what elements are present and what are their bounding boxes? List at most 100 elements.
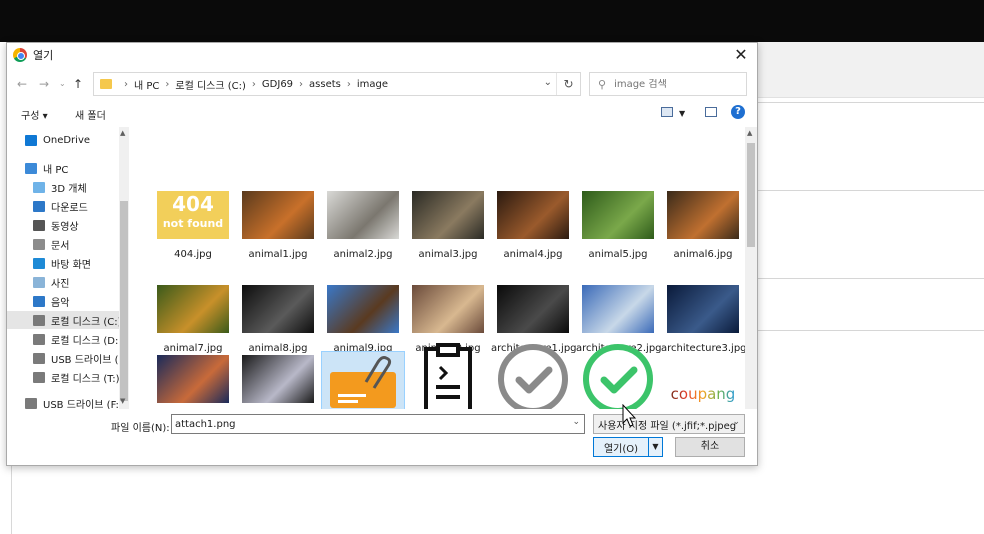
view-dropdown-chevron-icon[interactable]: ▼ (679, 109, 685, 118)
download-icon (33, 200, 45, 212)
image-thumbnail (242, 191, 314, 239)
sidebar-item[interactable]: 바탕 화면 (7, 254, 119, 272)
navigation-scroll-thumb[interactable] (120, 201, 128, 401)
file-item[interactable]: animal1.jpg (236, 187, 320, 277)
file-item[interactable]: animal3.jpg (406, 187, 490, 277)
chrome-icon (13, 48, 27, 62)
breadcrumb-item[interactable]: assets (309, 79, 341, 90)
navigation-scrollbar[interactable]: ▲ ▼ (119, 127, 129, 409)
sidebar-item[interactable]: 로컬 디스크 (T:) (7, 368, 119, 386)
document-icon (33, 238, 45, 250)
sidebar-item-label: 로컬 디스크 (C:) (51, 316, 119, 328)
file-item[interactable]: check2.png (576, 344, 660, 409)
image-thumbnail (327, 191, 399, 239)
breadcrumb-separator: › (124, 78, 128, 90)
preview-pane-icon[interactable] (705, 107, 717, 117)
sidebar-item[interactable]: 문서 (7, 235, 119, 253)
sidebar-item-label: 사진 (51, 278, 70, 290)
breadcrumb-item[interactable]: image (357, 79, 388, 90)
search-input[interactable] (614, 78, 735, 90)
file-item[interactable]: coupangcoupang.png (661, 351, 745, 409)
file-type-value: 사용자 지정 파일 (*.jfif;*.pjpeg (598, 420, 737, 432)
search-box[interactable]: ⚲ (589, 72, 747, 96)
sidebar-item[interactable]: USB 드라이브 (F (7, 349, 119, 367)
sidebar-item[interactable]: 사진 (7, 273, 119, 291)
scroll-up-arrow-icon[interactable]: ▲ (120, 129, 125, 137)
filename-value[interactable]: attach1.png (175, 419, 236, 430)
filename-dropdown-chevron-icon[interactable]: ⌄ (572, 417, 580, 427)
sidebar-item[interactable]: 동영상 (7, 216, 119, 234)
file-item[interactable]: animal2.jpg (321, 187, 405, 277)
filename-label: 파일 이름(N): (111, 423, 170, 434)
help-icon[interactable]: ? (731, 105, 745, 119)
sidebar-item[interactable]: 3D 개체 (7, 178, 119, 196)
mouse-cursor-icon (622, 404, 637, 427)
sidebar-item[interactable]: 음악 (7, 292, 119, 310)
file-type-select[interactable]: 사용자 지정 파일 (*.jfif;*.pjpeg ⌄ (593, 414, 745, 434)
breadcrumb-item[interactable]: 로컬 디스크 (C:) (175, 77, 246, 92)
address-bar[interactable]: › 내 PC › 로컬 디스크 (C:) › GDJ69 › assets › … (93, 72, 581, 96)
app-top-bar (0, 0, 984, 42)
file-item[interactable]: animal6.jpg (661, 187, 745, 277)
back-arrow-icon[interactable]: ← (17, 77, 27, 91)
filename-input[interactable]: attach1.png ⌄ (171, 414, 585, 434)
file-list: 404 not found 404.jpg animal1.jpg animal2.jp… (133, 127, 745, 409)
sidebar-item[interactable]: 내 PC (7, 159, 119, 177)
open-split-dropdown-icon[interactable]: ▼ (648, 438, 662, 456)
breadcrumb-separator: › (299, 78, 304, 90)
new-folder-button[interactable]: 새 폴더 (75, 107, 106, 122)
file-name-label: animal6.jpg (673, 249, 733, 260)
close-button[interactable]: ✕ (731, 45, 751, 65)
cube-icon (33, 181, 45, 193)
file-item[interactable]: 404 not found 404.jpg (151, 187, 235, 277)
view-options-icon[interactable] (661, 107, 673, 117)
search-icon: ⚲ (598, 77, 607, 91)
sidebar-item-label: USB 드라이브 (F:) (43, 399, 119, 410)
organize-button[interactable]: 구성 ▾ (21, 107, 48, 122)
sidebar-item-label: 내 PC (43, 164, 69, 176)
attachment-icon (328, 354, 400, 409)
scroll-down-arrow-icon[interactable]: ▼ (120, 397, 125, 405)
clipboard-icon (412, 343, 484, 409)
forward-arrow-icon[interactable]: → (39, 77, 49, 91)
sidebar-item[interactable]: 다운로드 (7, 197, 119, 215)
file-list-scroll-thumb[interactable] (747, 143, 755, 247)
address-dropdown-chevron-icon[interactable]: ⌄ (544, 77, 552, 88)
image-thumbnail (667, 285, 739, 333)
recent-locations-chevron-icon[interactable]: ⌄ (59, 79, 66, 88)
refresh-icon[interactable]: ↻ (556, 73, 580, 95)
cancel-button[interactable]: 취소 (675, 437, 745, 457)
sidebar-item[interactable]: 로컬 디스크 (C:) (7, 311, 119, 329)
file-item[interactable]: animal5.jpg (576, 187, 660, 277)
file-item[interactable]: animal4.jpg (491, 187, 575, 277)
navigation-pane: OneDrive 내 PC 3D 개체 다운로드 동영상 문서 바탕 화면사진음악로컬 디스… (7, 127, 129, 409)
sidebar-item[interactable]: OneDrive (7, 131, 119, 149)
file-item[interactable]: check1.png (491, 344, 575, 409)
file-item[interactable]: architecture5.jpg (236, 351, 320, 409)
drive-icon (33, 333, 45, 345)
background-divider (758, 278, 984, 279)
usb-drive-icon (33, 352, 45, 364)
sidebar-item[interactable]: 로컬 디스크 (D:) (7, 330, 119, 348)
logo-text: coupang (670, 385, 736, 403)
folder-icon (100, 79, 112, 89)
up-arrow-icon[interactable]: ↑ (73, 77, 83, 91)
background-divider (758, 102, 984, 103)
breadcrumb-item[interactable]: GDJ69 (262, 79, 293, 90)
file-name-label: animal3.jpg (418, 249, 478, 260)
file-item[interactable]: attach1.png (321, 351, 405, 409)
breadcrumb-item[interactable]: 내 PC (134, 77, 159, 92)
file-type-chevron-icon[interactable]: ⌄ (732, 417, 740, 427)
image-thumbnail (582, 285, 654, 333)
background-divider (758, 330, 984, 331)
sidebar-item[interactable]: USB 드라이브 (F:) (7, 394, 119, 409)
file-list-scrollbar[interactable]: ▲ (745, 127, 757, 409)
open-file-dialog: 열기 ✕ ← → ⌄ ↑ › 내 PC › 로컬 디스크 (C:) › GDJ6… (6, 42, 758, 466)
file-item[interactable]: attach2.png (406, 343, 490, 409)
open-button[interactable]: 열기(O) ▼ (593, 437, 663, 457)
file-name-label: 404.jpg (174, 249, 212, 260)
command-bar: 구성 ▾ 새 폴더 ▼ ? (7, 101, 757, 125)
scroll-up-arrow-icon[interactable]: ▲ (747, 129, 752, 137)
file-item[interactable]: architecture4.jpg (151, 351, 235, 409)
dialog-title-bar[interactable]: 열기 ✕ (7, 43, 757, 67)
